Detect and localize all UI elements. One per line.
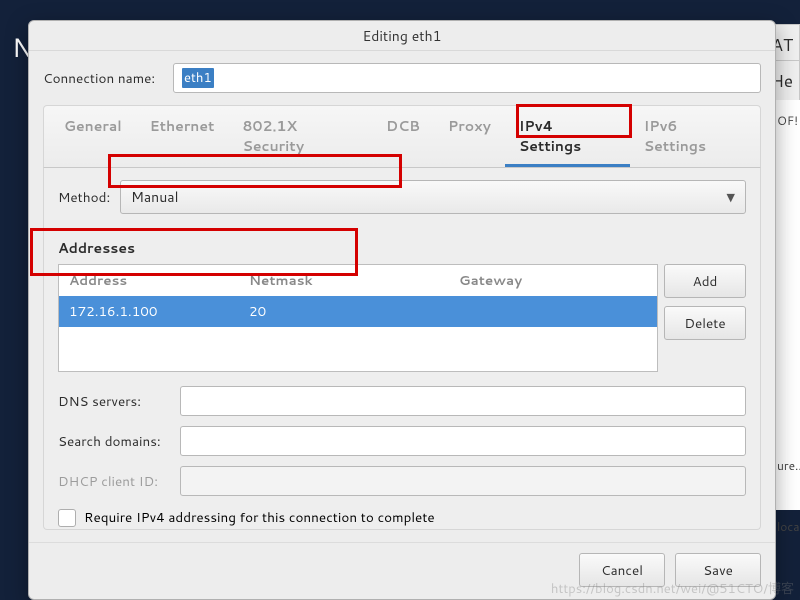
tab-ipv6-settings[interactable]: IPv6 Settings (630, 106, 754, 167)
tab-general[interactable]: General (50, 106, 136, 167)
search-domains-input[interactable] (180, 426, 746, 456)
chevron-down-icon: ▼ (727, 189, 735, 205)
method-combobox[interactable]: Manual ▼ (120, 180, 746, 214)
require-ipv4-checkbox[interactable] (58, 509, 76, 527)
dhcp-client-id-label: DHCP client ID: (58, 472, 180, 491)
addresses-title: Addresses (58, 238, 746, 258)
add-button[interactable]: Add (664, 264, 746, 298)
connection-name-label: Connection name: (43, 69, 173, 88)
tab-8021x-security[interactable]: 802.1X Security (228, 106, 372, 167)
back-side-item: OF! (775, 108, 800, 133)
dns-servers-input[interactable] (180, 386, 746, 416)
back-side-item: ure... (775, 453, 800, 478)
back-side-item: loca (775, 514, 800, 539)
search-domains-label: Search domains: (58, 432, 180, 451)
watermark: https://blog.csdn.net/wei/@51CTO/博客 (551, 578, 794, 598)
col-netmask: Netmask (249, 271, 459, 290)
cell-netmask: 20 (249, 302, 459, 321)
cell-gateway (459, 302, 647, 321)
method-label: Method: (58, 188, 120, 207)
addresses-table[interactable]: Address Netmask Gateway 172.16.1.100 20 (58, 264, 658, 372)
table-row[interactable]: 172.16.1.100 20 (59, 296, 657, 327)
dns-servers-label: DNS servers: (58, 392, 180, 411)
tabs: General Ethernet 802.1X Security DCB Pro… (43, 105, 761, 168)
col-address: Address (69, 271, 249, 290)
tab-ipv4-settings[interactable]: IPv4 Settings (505, 106, 630, 167)
tab-ethernet[interactable]: Ethernet (136, 106, 229, 167)
cell-address: 172.16.1.100 (69, 302, 249, 321)
dhcp-client-id-input[interactable] (180, 466, 746, 496)
method-value: Manual (131, 187, 178, 207)
delete-button[interactable]: Delete (664, 306, 746, 340)
tab-proxy[interactable]: Proxy (434, 106, 505, 167)
tab-dcb[interactable]: DCB (372, 106, 434, 167)
connection-name-input[interactable]: eth1 (173, 63, 761, 93)
require-ipv4-label: Require IPv4 addressing for this connect… (84, 508, 435, 527)
network-connection-dialog: Editing eth1 Connection name: eth1 Gener… (28, 20, 776, 600)
connection-name-value: eth1 (182, 68, 214, 88)
col-gateway: Gateway (459, 271, 647, 290)
dialog-title: Editing eth1 (29, 21, 775, 51)
ipv4-settings-panel: Method: Manual ▼ Addresses Address Netma… (43, 168, 761, 530)
back-side-panel: OF! ure... loca (774, 100, 800, 510)
addresses-header: Address Netmask Gateway (59, 265, 657, 296)
